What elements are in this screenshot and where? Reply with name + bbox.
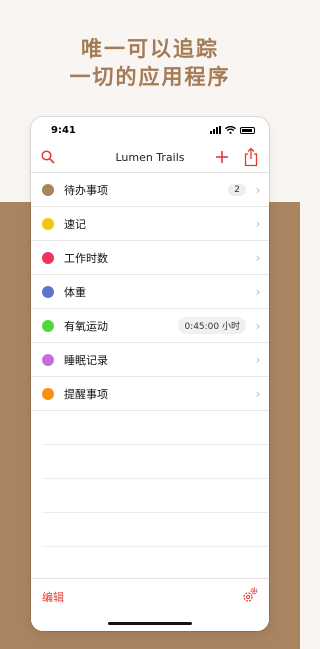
tracker-row-sleep[interactable]: 睡眠记录 ›: [31, 343, 269, 377]
tracker-label: 体重: [64, 285, 86, 299]
headline-line-1: 唯一可以追踪: [81, 37, 219, 61]
tracker-label: 提醒事项: [64, 387, 108, 401]
tracker-label: 待办事项: [64, 183, 108, 197]
color-dot: [42, 217, 54, 230]
tracker-label: 睡眠记录: [64, 353, 108, 367]
marketing-headline: 唯一可以追踪 一切的应用程序: [0, 35, 300, 91]
wifi-icon: [225, 126, 236, 134]
tracker-row-todo[interactable]: 待办事项 2 ›: [31, 173, 269, 207]
tracker-row-cardio[interactable]: 有氧运动 0:45:00 小时 ›: [31, 309, 269, 343]
signal-icon: [210, 126, 221, 134]
count-badge: 2: [228, 183, 246, 196]
empty-row: [42, 479, 269, 513]
chevron-right-icon: ›: [255, 318, 261, 333]
tracker-row-reminders[interactable]: 提醒事项 ›: [31, 377, 269, 411]
nav-title: Lumen Trails: [115, 151, 185, 164]
edit-button[interactable]: 编辑: [42, 589, 64, 605]
color-dot: [42, 319, 54, 332]
headline-line-2: 一切的应用程序: [69, 65, 231, 89]
home-indicator: [108, 622, 192, 625]
tracker-label: 速记: [64, 217, 86, 231]
navigation-bar: Lumen Trails: [31, 143, 269, 173]
chevron-right-icon: ›: [255, 182, 261, 197]
status-time: 9:41: [51, 125, 76, 136]
tracker-row-work-hours[interactable]: 工作时数 ›: [31, 241, 269, 275]
chevron-right-icon: ›: [255, 386, 261, 401]
color-dot: [42, 251, 54, 264]
color-dot: [42, 387, 54, 400]
status-icons: [210, 126, 255, 134]
tracker-label: 工作时数: [64, 251, 108, 265]
duration-value: 0:45:00 小时: [178, 317, 246, 334]
add-icon[interactable]: [215, 150, 229, 164]
chevron-right-icon: ›: [255, 284, 261, 299]
empty-row: [42, 411, 269, 445]
empty-row: [42, 445, 269, 479]
status-bar: 9:41: [31, 117, 269, 143]
tracker-list: 待办事项 2 › 速记 › 工作时数 › 体重 › 有氧运动 0:45:00 小…: [31, 173, 269, 547]
chevron-right-icon: ›: [255, 352, 261, 367]
phone-screen: 9:41 Lumen Trails 待办事项 2 › 速记 › 工作时数 › 体…: [31, 117, 269, 631]
empty-row: [42, 513, 269, 547]
share-icon[interactable]: [243, 147, 259, 167]
tracker-label: 有氧运动: [64, 319, 108, 333]
color-dot: [42, 353, 54, 366]
chevron-right-icon: ›: [255, 250, 261, 265]
color-dot: [42, 285, 54, 298]
tracker-row-weight[interactable]: 体重 ›: [31, 275, 269, 309]
bottom-toolbar: 编辑: [31, 578, 269, 631]
color-dot: [42, 183, 54, 196]
chevron-right-icon: ›: [255, 216, 261, 231]
battery-icon: [240, 126, 255, 134]
tracker-row-notes[interactable]: 速记 ›: [31, 207, 269, 241]
gear-icon[interactable]: [241, 586, 259, 604]
